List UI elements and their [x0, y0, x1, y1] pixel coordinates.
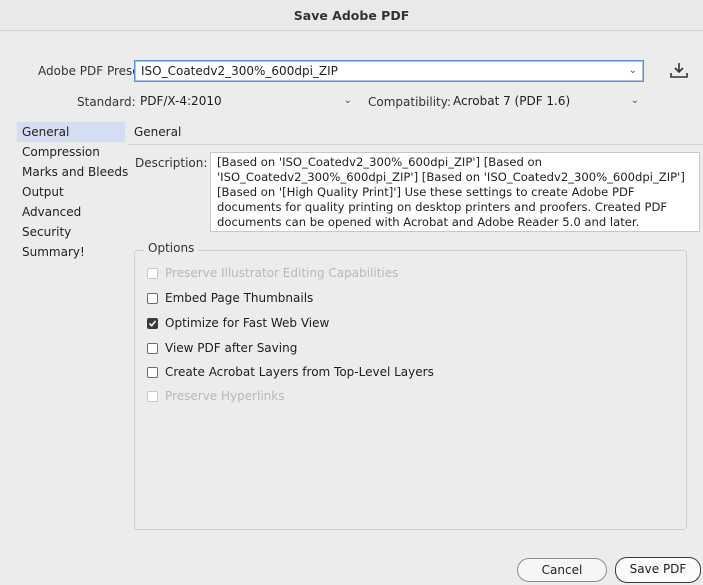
cancel-button[interactable]: Cancel [517, 558, 607, 582]
preset-dropdown[interactable]: ISO_Coatedv2_300%_600dpi_ZIP ⌄ [134, 60, 644, 82]
compatibility-label: Compatibility: [368, 95, 452, 109]
preset-value: ISO_Coatedv2_300%_600dpi_ZIP [141, 64, 338, 78]
sidebar-item-output[interactable]: Output [17, 182, 125, 202]
standard-dropdown[interactable]: PDF/X-4:2010 ⌄ [134, 91, 358, 113]
sidebar-item-general[interactable]: General [17, 122, 125, 142]
checkmark-icon[interactable] [147, 317, 158, 329]
checkbox-icon [147, 267, 158, 279]
sidebar-item-summary[interactable]: Summary! [17, 242, 125, 262]
preserve-illustrator-editing-checkbox: Preserve Illustrator Editing Capabilitie… [147, 265, 398, 281]
view-pdf-after-saving-checkbox[interactable]: View PDF after Saving [147, 340, 297, 356]
sidebar-item-compression[interactable]: Compression [17, 142, 125, 162]
section-heading: General [134, 125, 182, 139]
download-tray-icon[interactable] [670, 62, 688, 78]
sidebar-item-advanced[interactable]: Advanced [17, 202, 125, 222]
section-divider [128, 144, 703, 145]
standard-value: PDF/X-4:2010 [140, 94, 222, 108]
options-label: Options [144, 241, 199, 255]
checkbox-icon[interactable] [147, 366, 158, 378]
chevron-down-icon: ⌄ [343, 95, 352, 106]
checkbox-label: Create Acrobat Layers from Top-Level Lay… [165, 365, 434, 379]
preset-label: Adobe PDF Preset: [38, 64, 149, 78]
embed-page-thumbnails-checkbox[interactable]: Embed Page Thumbnails [147, 290, 313, 306]
checkbox-label: Preserve Hyperlinks [165, 389, 285, 403]
chevron-down-icon: ⌄ [628, 65, 637, 76]
standard-label: Standard: [77, 95, 136, 109]
checkbox-label: View PDF after Saving [165, 341, 298, 355]
window-title: Save Adobe PDF [293, 8, 410, 23]
description-label: Description: [135, 156, 208, 170]
checkbox-icon[interactable] [147, 292, 158, 304]
compatibility-dropdown[interactable]: Acrobat 7 (PDF 1.6) ⌄ [447, 91, 645, 113]
checkbox-icon[interactable] [147, 342, 158, 354]
compatibility-value: Acrobat 7 (PDF 1.6) [453, 94, 571, 108]
title-bar: Save Adobe PDF [0, 0, 703, 31]
chevron-down-icon: ⌄ [630, 95, 639, 106]
checkbox-label: Optimize for Fast Web View [165, 316, 330, 330]
description-text: [Based on 'ISO_Coatedv2_300%_600dpi_ZIP'… [210, 152, 700, 232]
checkbox-label: Embed Page Thumbnails [165, 291, 314, 305]
save-pdf-button[interactable]: Save PDF [615, 557, 701, 583]
checkbox-label: Preserve Illustrator Editing Capabilitie… [165, 266, 399, 280]
sidebar-item-security[interactable]: Security [17, 222, 125, 242]
sidebar-item-marks-and-bleeds[interactable]: Marks and Bleeds [17, 162, 128, 182]
preserve-hyperlinks-checkbox: Preserve Hyperlinks [147, 388, 284, 404]
category-sidebar: General Compression Marks and Bleeds Out… [17, 122, 128, 262]
checkbox-icon [147, 390, 158, 402]
create-acrobat-layers-checkbox[interactable]: Create Acrobat Layers from Top-Level Lay… [147, 364, 434, 380]
optimize-fast-web-view-checkbox[interactable]: Optimize for Fast Web View [147, 315, 329, 331]
